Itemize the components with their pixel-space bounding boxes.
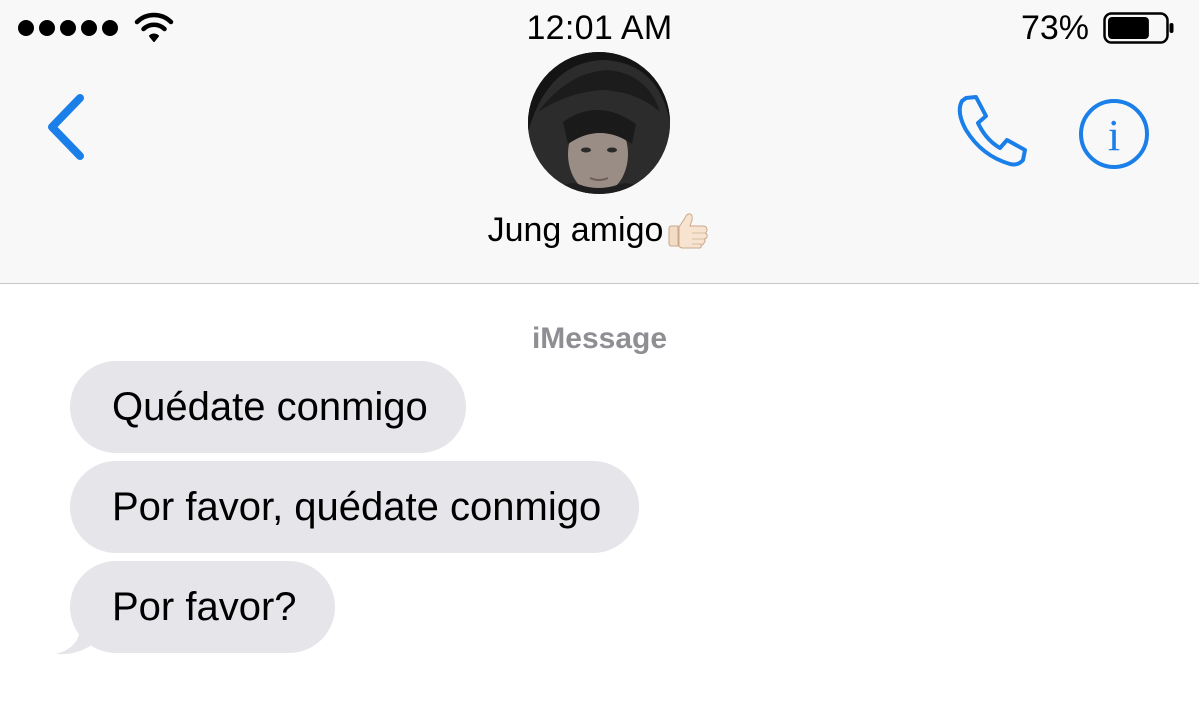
avatar-photo: [528, 52, 670, 194]
contact-name-row[interactable]: Jung amigo: [0, 210, 1199, 250]
contact-name: Jung amigo: [487, 210, 664, 249]
status-time: 12:01 AM: [526, 9, 673, 47]
message-bubble-incoming[interactable]: Por favor, quédate conmigo: [70, 461, 640, 553]
message-bubble-incoming[interactable]: Por favor?: [70, 561, 335, 653]
call-button[interactable]: [952, 92, 1032, 168]
chevron-left-icon: [48, 94, 84, 160]
conversation-header: 12:01 AM 73% Jung amigo i: [0, 0, 1199, 284]
messages-screen: 12:01 AM 73% Jung amigo i iMessage Quéda…: [0, 0, 1199, 713]
battery-icon: [1103, 12, 1174, 44]
back-button[interactable]: [42, 92, 92, 162]
phone-icon: [957, 95, 1027, 167]
thumbs-up-emoji-icon: [668, 213, 709, 249]
contact-avatar[interactable]: [528, 52, 670, 194]
service-label: iMessage: [531, 322, 668, 355]
battery-percentage: 73%: [1020, 9, 1089, 47]
message-bubble-incoming[interactable]: Quédate conmigo: [70, 361, 466, 453]
info-glyph: i: [1108, 111, 1120, 160]
info-button[interactable]: i: [1076, 98, 1152, 174]
